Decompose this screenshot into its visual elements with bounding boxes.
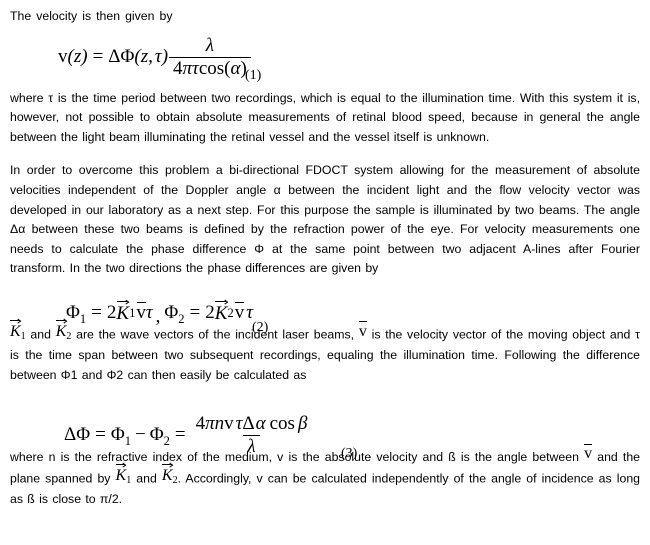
eq1-den-alpha: α — [230, 57, 241, 79]
eq2-equals-2: = — [189, 302, 201, 324]
paragraph-gap-1 — [10, 147, 640, 161]
eq1-arg-tau: τ — [154, 46, 162, 68]
eq1-denominator: 4πτcos(α) — [169, 56, 251, 79]
eq2-two-1: 2 — [106, 302, 117, 324]
eq3-phi1: Φ1 — [110, 424, 131, 449]
equation-3-number: (3) — [341, 446, 358, 461]
equation-2-body: Φ1 = 2K1vτ , Φ2 = 2K2vτ — [66, 300, 254, 328]
text-after-eq2-part1: and — [25, 327, 56, 342]
eq3-num-delta: Δ — [242, 413, 255, 434]
eq2-v-vector-1: v — [136, 301, 146, 324]
paragraph-after-equation-2: K1 and K2 are the wave vectors of the in… — [10, 319, 640, 385]
eq1-arg-z: z — [140, 46, 149, 68]
eq3-fraction: 4πnv τΔα cos β λ — [192, 414, 312, 457]
equation-1-number: (1) — [245, 68, 262, 83]
inline-v-vector-1: v — [358, 321, 367, 340]
inline-k2-vector: K — [55, 319, 67, 340]
inline-k2-sub: 2 — [66, 330, 72, 342]
text-after-eq3-part3: and — [131, 471, 162, 486]
eq3-num-beta: β — [297, 413, 308, 434]
eq1-den-4: 4 — [173, 57, 183, 79]
eq3-minus: − — [134, 424, 146, 446]
eq3-equals-2: = — [174, 424, 186, 446]
eq1-den-cos: cos( — [198, 57, 231, 79]
eq3-denominator: λ — [243, 434, 260, 457]
eq3-num-4: 4 — [195, 413, 206, 434]
eq2-phi2: Φ2 — [164, 302, 185, 327]
eq2-comma: , — [155, 306, 161, 328]
inline-k1-vector: K — [10, 319, 21, 340]
eq3-num-v: v — [224, 413, 234, 434]
document-page: The velocity is then given by v(z) = ΔΦ(… — [0, 0, 650, 545]
equation-2-number: (2) — [252, 320, 269, 335]
eq3-num-pi: π — [205, 413, 215, 434]
inline-v-vector-2: v — [584, 443, 593, 463]
equation-3-body: ΔΦ = Φ1 − Φ2 = 4πnv τΔα cos β λ — [64, 414, 312, 457]
eq1-numerator: λ — [205, 35, 215, 56]
eq2-phi1: Φ1 — [66, 302, 87, 327]
eq1-fraction: λ 4πτcos(α) — [169, 36, 251, 79]
inline-k2-sub-2: 2 — [172, 474, 178, 486]
eq1-arg-close: ) — [161, 46, 169, 68]
equation-1-body: v(z) = ΔΦ(z, τ) λ 4πτcos(α) — [58, 36, 252, 79]
paragraph-intro: The velocity is then given by — [10, 9, 173, 23]
paragraph-after-equation-1: where τ is the time period between two r… — [10, 90, 640, 144]
eq2-v-vector-2: v — [234, 301, 245, 324]
eq1-den-pi: π — [182, 57, 193, 79]
inline-k1-sub: 1 — [20, 330, 26, 342]
inline-k1-vector-2: K — [115, 463, 127, 484]
inline-k1-sub-2: 1 — [126, 474, 132, 486]
eq3-num-n: n — [214, 413, 225, 434]
eq1-lhs-v: v — [58, 46, 68, 68]
eq2-equals-1: = — [91, 302, 102, 324]
equation-2: Φ1 = 2K1vτ , Φ2 = 2K2vτ (2) — [66, 300, 268, 335]
eq2-k1-vector: K — [116, 300, 130, 324]
eq3-num-alpha: α — [255, 413, 266, 434]
eq1-den-tau: τ — [192, 57, 199, 79]
eq3-numerator: 4πnv τΔα cos β — [192, 414, 312, 435]
equation-1: v(z) = ΔΦ(z, τ) λ 4πτcos(α) (1) — [58, 36, 261, 83]
eq2-k2-vector: K — [214, 300, 228, 324]
text-after-eq2-part2: are the wave vectors of the incident las… — [71, 327, 359, 342]
eq2-two-2: 2 — [205, 302, 215, 324]
eq2-tau-1: τ — [145, 302, 153, 324]
eq3-phi2: Φ2 — [149, 424, 170, 449]
equation-3: ΔΦ = Φ1 − Φ2 = 4πnv τΔα cos β λ (3) — [64, 414, 357, 461]
eq1-delta-phi: ΔΦ — [108, 46, 135, 68]
inline-k2-vector-2: K — [161, 463, 173, 484]
paragraph-before-equation-2: In order to overcome this problem a bi-d… — [10, 163, 640, 276]
eq1-equals: = — [92, 46, 104, 68]
eq3-equals-1: = — [95, 424, 106, 446]
eq3-num-cos: cos — [269, 413, 295, 434]
eq3-delta-phi: ΔΦ — [64, 424, 91, 446]
